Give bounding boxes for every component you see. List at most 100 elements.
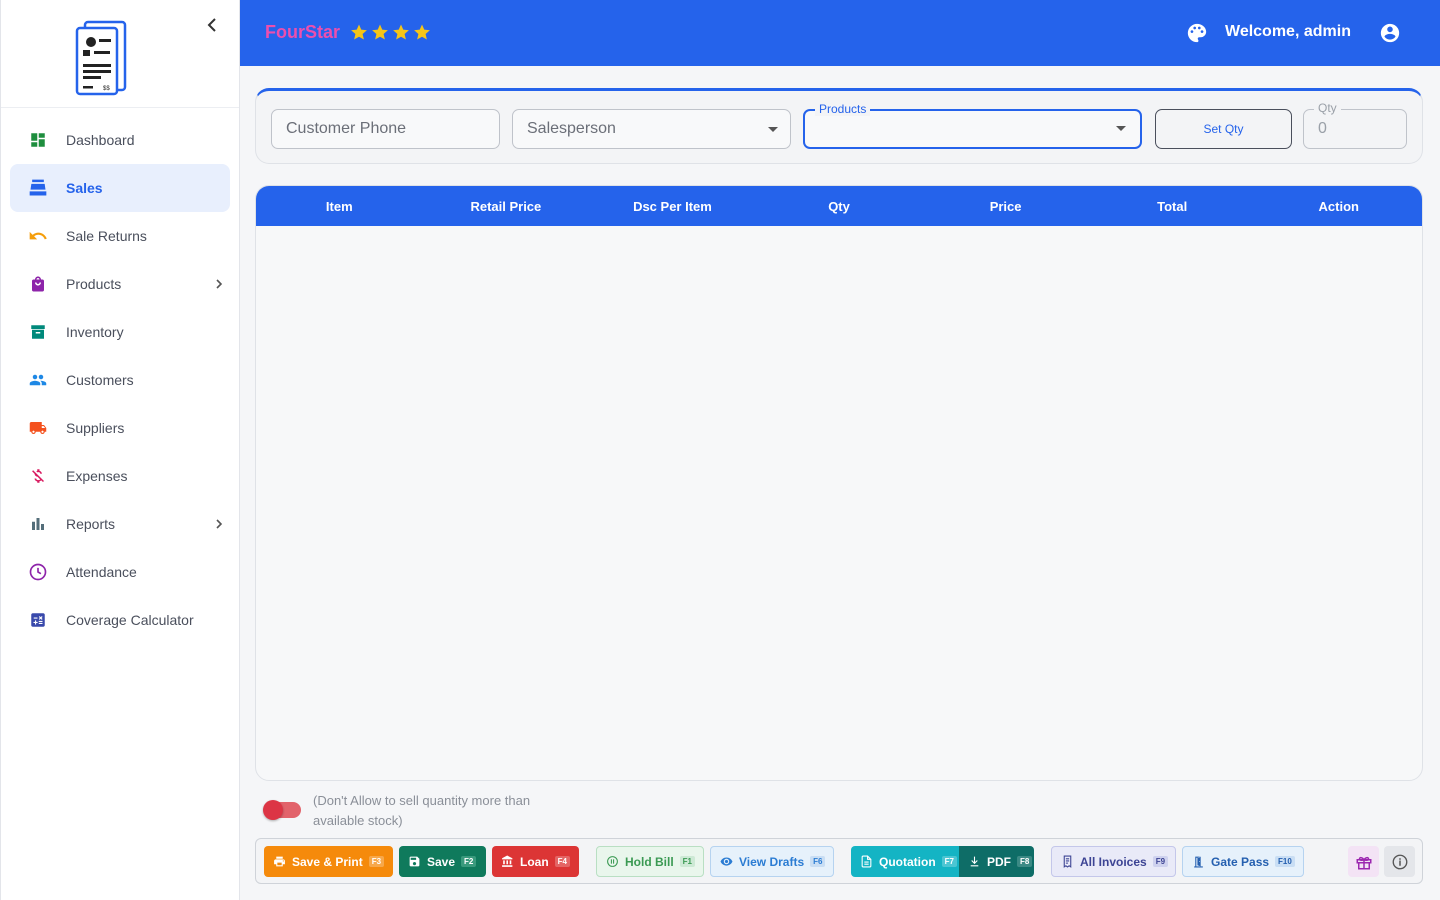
products-select[interactable]: Products	[803, 102, 1142, 149]
sidebar-item-label: Sales	[66, 180, 103, 196]
floppy-disk-icon	[409, 856, 420, 867]
gate-pass-button[interactable]: Gate Pass F10	[1182, 846, 1304, 877]
people-icon	[28, 370, 48, 390]
sidebar-item-expenses[interactable]: Expenses	[10, 452, 230, 500]
sidebar-item-label: Expenses	[66, 468, 128, 484]
sidebar-item-dashboard[interactable]: Dashboard	[10, 116, 230, 164]
sidebar-item-suppliers[interactable]: Suppliers	[10, 404, 230, 452]
caret-down-icon	[1116, 126, 1126, 131]
gift-card-button[interactable]	[1348, 846, 1379, 877]
sidebar-item-label: Suppliers	[66, 420, 125, 436]
all-invoices-button[interactable]: All Invoices F9	[1051, 846, 1176, 877]
qty-field[interactable]: Qty 0	[1303, 101, 1407, 149]
gate-pass-label: Gate Pass	[1211, 854, 1270, 869]
shortcut-badge: F6	[810, 856, 826, 867]
quotation-button[interactable]: Quotation F7	[851, 846, 959, 877]
qty-value: 0	[1318, 120, 1327, 137]
sidebar-item-label: Coverage Calculator	[66, 612, 194, 628]
eye-icon	[720, 857, 733, 866]
sidebar-item-reports[interactable]: Reports	[10, 500, 230, 548]
sidebar-item-label: Dashboard	[66, 132, 135, 148]
toggle-thumb	[263, 800, 283, 820]
document-icon	[861, 855, 872, 868]
undo-icon	[28, 226, 48, 246]
sidebar-item-products[interactable]: Products	[10, 260, 230, 308]
sidebar-item-label: Customers	[66, 372, 134, 388]
table-header: Item Retail Price Dsc Per Item Qty Price Tota…	[256, 186, 1422, 226]
star-icon	[351, 24, 367, 40]
sidebar-item-coverage-calculator[interactable]: Coverage Calculator	[10, 596, 230, 644]
door-icon	[1194, 856, 1203, 868]
hold-bill-button[interactable]: Hold Bill F1	[596, 846, 704, 877]
column-header-item: Item	[325, 198, 353, 214]
products-label: Products	[815, 102, 871, 116]
view-drafts-label: View Drafts	[739, 854, 805, 869]
column-header-qty: Qty	[828, 198, 850, 214]
view-drafts-button[interactable]: View Drafts F6	[710, 846, 834, 877]
quotation-label: Quotation	[879, 854, 936, 869]
sidebar-item-label: Sale Returns	[66, 228, 147, 244]
sidebar-item-inventory[interactable]: Inventory	[10, 308, 230, 356]
sidebar-nav: Dashboard Sales Sale Returns Products Invent…	[1, 108, 239, 644]
hold-bill-label: Hold Bill	[625, 854, 674, 869]
column-header-action: Action	[1318, 198, 1359, 214]
chevron-right-icon	[212, 277, 226, 291]
sale-entry-filters: Salesperson Products Set Qty Qty 0	[255, 88, 1423, 164]
loan-button[interactable]: Loan F4	[492, 846, 579, 877]
sidebar-collapse-button[interactable]	[201, 14, 223, 36]
caret-down-icon	[768, 127, 778, 132]
sidebar-item-label: Products	[66, 276, 122, 292]
sidebar-item-sales[interactable]: Sales	[10, 164, 230, 212]
salesperson-select[interactable]: Salesperson	[512, 109, 791, 149]
gift-icon	[1356, 856, 1371, 869]
shortcut-badge: F3	[368, 856, 385, 867]
bar-chart-icon	[28, 514, 48, 534]
star-icon	[414, 24, 430, 40]
shortcut-badge: F8	[1017, 856, 1033, 867]
save-print-label: Save & Print	[292, 854, 363, 869]
customer-phone-field[interactable]	[271, 109, 500, 149]
sidebar-item-label: Inventory	[66, 324, 124, 340]
column-header-total: Total	[1157, 198, 1188, 214]
sidebar-item-customers[interactable]: Customers	[10, 356, 230, 404]
sidebar: $$ Dashboard Sales Sale Returns Products Inv…	[0, 0, 240, 900]
welcome-text: Welcome, admin	[1225, 23, 1351, 40]
save-print-button[interactable]: Save & Print F3	[264, 846, 393, 877]
sidebar-item-sale-returns[interactable]: Sale Returns	[10, 212, 230, 260]
customer-phone-input[interactable]	[286, 120, 499, 138]
sidebar-item-label: Attendance	[66, 564, 137, 580]
loan-label: Loan	[520, 854, 549, 869]
shortcut-badge: F4	[554, 856, 571, 867]
app-logo: $$	[75, 20, 127, 96]
sidebar-item-attendance[interactable]: Attendance	[10, 548, 230, 596]
printer-icon	[274, 856, 285, 867]
sidebar-header: $$	[1, 0, 239, 108]
shortcut-badge: F7	[941, 856, 957, 867]
archive-box-icon	[28, 322, 48, 342]
clock-icon	[28, 562, 48, 582]
column-header-retail-price: Retail Price	[470, 198, 542, 214]
brand-stars	[350, 23, 431, 41]
top-header: FourStar Welcome, admin	[240, 0, 1440, 66]
shortcut-badge: F10	[1275, 856, 1295, 867]
palette-icon[interactable]	[1186, 22, 1208, 44]
account-circle-icon[interactable]	[1379, 22, 1401, 44]
save-button[interactable]: Save F2	[399, 846, 486, 877]
shopping-bag-icon	[28, 274, 48, 294]
download-icon	[970, 856, 979, 867]
receipt-icon	[1063, 855, 1072, 868]
money-off-icon	[28, 466, 48, 486]
cash-register-icon	[28, 178, 48, 198]
truck-icon	[28, 418, 48, 438]
chevron-right-icon	[212, 517, 226, 531]
info-icon	[1392, 854, 1407, 869]
calculator-icon	[28, 610, 48, 630]
column-header-price: Price	[989, 198, 1022, 214]
chevron-left-icon	[207, 18, 216, 32]
pdf-button[interactable]: PDF F8	[959, 846, 1034, 877]
info-button[interactable]	[1384, 846, 1415, 877]
star-icon	[372, 24, 388, 40]
stock-limit-toggle[interactable]	[263, 800, 301, 820]
set-qty-button[interactable]: Set Qty	[1155, 109, 1292, 149]
svg-text:$$: $$	[103, 86, 110, 92]
